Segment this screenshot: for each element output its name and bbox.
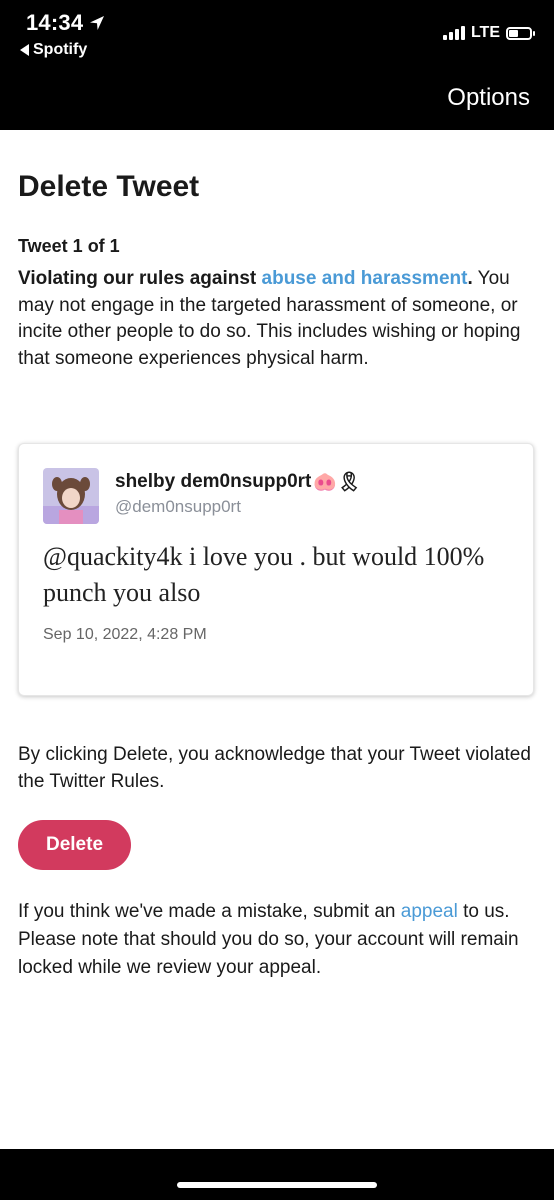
author-name-text: shelby dem0nsupp0rt (115, 471, 312, 492)
tweet-author-handle[interactable]: @dem0nsupp0rt (115, 497, 241, 517)
acknowledgement-text: By clicking Delete, you acknowledge that… (18, 744, 531, 792)
options-button[interactable]: Options (447, 84, 530, 112)
location-arrow-icon (90, 16, 105, 30)
avatar (43, 468, 99, 524)
back-triangle-icon (20, 44, 29, 56)
back-to-app-button[interactable]: Spotify (20, 41, 87, 59)
appeal-text: If you think we've made a mistake, submi… (18, 898, 542, 982)
main-content: Delete Tweet Tweet 1 of 1 Violating our … (18, 168, 538, 372)
tweet-count: Tweet 1 of 1 (18, 236, 120, 256)
battery-level (509, 29, 518, 37)
avatar-image (43, 468, 99, 524)
tweet-text: @quackity4k i love you . but would 100% … (43, 542, 485, 607)
clock: 14:34 (26, 10, 84, 35)
bottom-bar (0, 1149, 554, 1200)
tweet-timestamp: Sep 10, 2022, 4:28 PM (43, 626, 207, 643)
rule-prefix: Violating our rules against (18, 268, 262, 289)
tweet-card: shelby dem0nsupp0rt 🐽🎗 @dem0nsupp0rt @qu… (18, 443, 534, 696)
home-indicator[interactable] (177, 1182, 377, 1188)
author-emoji: 🐽🎗 (313, 472, 362, 493)
status-time: 14:34 (26, 10, 105, 36)
tweet-author-name[interactable]: shelby dem0nsupp0rt 🐽🎗 (115, 470, 361, 494)
page-title: Delete Tweet (18, 170, 200, 203)
cellular-signal-icon (442, 26, 465, 40)
back-app-label: Spotify (33, 41, 88, 58)
network-type: LTE (470, 24, 500, 41)
appeal-link[interactable]: appeal (401, 901, 458, 922)
battery-icon (506, 26, 535, 40)
appeal-prefix: If you think we've made a mistake, submi… (18, 901, 401, 922)
delete-button[interactable]: Delete (18, 820, 131, 870)
top-bar: 14:34 Spotify LTE Options (0, 0, 554, 130)
status-indicators: LTE (442, 24, 535, 42)
rule-violation-text: Violating our rules against abuse and ha… (18, 266, 538, 372)
abuse-harassment-link[interactable]: abuse and harassment (262, 268, 468, 289)
